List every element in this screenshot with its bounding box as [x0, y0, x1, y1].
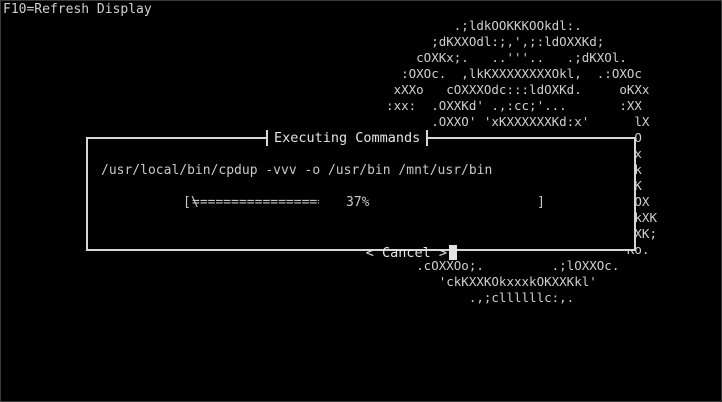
command-line-text: /usr/local/bin/cpdup -vvv -o /usr/bin /m… [101, 163, 493, 178]
progress-gauge: [\ =====================================… [183, 195, 545, 211]
gauge-close-bracket: ] [537, 195, 545, 210]
text-cursor [449, 245, 458, 260]
cancel-button[interactable]: < Cancel > [317, 226, 458, 261]
executing-commands-dialog: Executing Commands /usr/local/bin/cpdup … [86, 129, 636, 261]
dialog-title: Executing Commands [266, 129, 429, 147]
cancel-button-label: < Cancel > [365, 245, 448, 261]
gauge-fill: ========================================… [192, 195, 319, 210]
refresh-display-hint: F10=Refresh Display [3, 2, 152, 17]
terminal-screen: F10=Refresh Display .;ldkOOKKKOOkdl:. ;d… [0, 0, 722, 402]
progress-percent: 37% [346, 195, 370, 210]
